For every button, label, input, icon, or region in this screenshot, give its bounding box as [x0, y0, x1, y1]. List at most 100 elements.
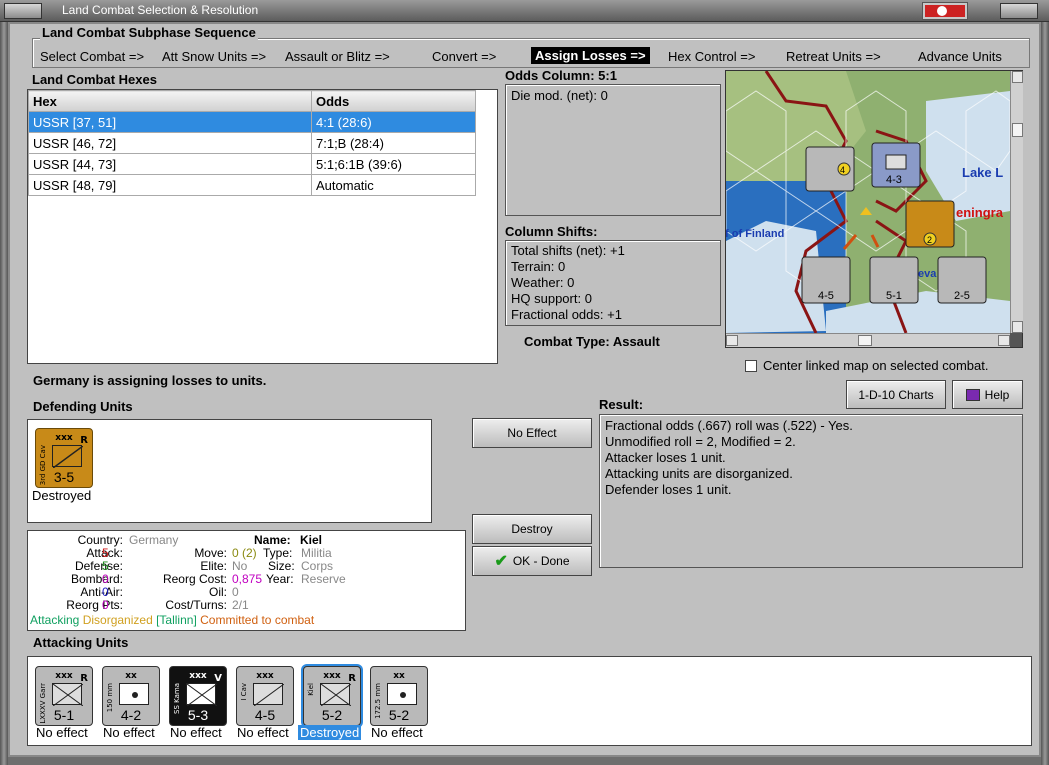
attacker-caption: No effect	[170, 725, 222, 740]
scroll-right-icon[interactable]	[998, 335, 1010, 346]
center-map-checkbox[interactable]	[745, 360, 757, 372]
svg-text:2: 2	[927, 235, 932, 245]
attacker-counter[interactable]: xx 150 mm 4-2	[102, 666, 160, 726]
size-value: Corps	[301, 559, 334, 573]
mini-map[interactable]: Lake L lf of Finland eningra eva 4 4-3 2…	[725, 70, 1023, 348]
title-bar: Land Combat Selection & Resolution	[0, 0, 1049, 22]
col-odds[interactable]: Odds	[311, 90, 476, 112]
help-button[interactable]: Help	[952, 380, 1023, 409]
step-select-combat: Select Combat =>	[40, 49, 145, 64]
hscroll-thumb[interactable]	[858, 335, 872, 346]
defending-panel: xxx R 3rd GD Cav 3-5 Destroyed	[27, 419, 432, 523]
defender-caption: Destroyed	[32, 488, 92, 503]
map-unit-1-num: 4-5	[818, 290, 834, 302]
charts-button[interactable]: 1-D-10 Charts	[846, 380, 946, 409]
attacker-size: xx	[125, 671, 137, 681]
garrison-icon	[52, 683, 84, 707]
cell-odds: 5:1;6:1B (39:6)	[311, 153, 476, 175]
flag-icon	[922, 2, 968, 20]
attacker-caption: No effect	[237, 725, 289, 740]
map-vscrollbar[interactable]	[1010, 71, 1023, 333]
attacker-counter[interactable]: xxx R LXXXV Garr 5-1	[35, 666, 93, 726]
reorg-cost-value: 0,875	[232, 572, 263, 586]
bombard-value: 0	[102, 572, 109, 586]
scroll-left-icon[interactable]	[726, 335, 738, 346]
attacker-strength: 4-2	[120, 707, 142, 723]
hexes-table-panel: Hex Odds USSR [37, 51] 4:1 (28:6) USSR [4…	[27, 89, 498, 364]
map-canvas[interactable]: Lake L lf of Finland eningra eva 4 4-3 2…	[726, 71, 1010, 333]
bombard-label: Bombard:	[70, 572, 123, 586]
antiair-value: 0	[102, 585, 109, 599]
cavalry-icon	[52, 445, 84, 469]
attacker-strength: 5-1	[53, 707, 75, 723]
attacker-counter[interactable]: xxx R Kiel 5-2	[303, 666, 361, 726]
table-row[interactable]: USSR [37, 51] 4:1 (28:6)	[28, 111, 476, 133]
help-label: Help	[984, 387, 1010, 402]
attacker-name: I Cav	[240, 683, 248, 701]
attacker-caption: No effect	[371, 725, 423, 740]
attacker-caption: No effect	[36, 725, 88, 740]
map-hscrollbar[interactable]	[726, 333, 1010, 347]
neva-label: eva	[918, 268, 937, 280]
infantry-icon	[186, 683, 218, 707]
name-value: Kiel	[300, 533, 323, 547]
step-hex-control: Hex Control =>	[668, 49, 756, 64]
shift-weather: Weather: 0	[511, 275, 575, 290]
window-menu-button[interactable]	[4, 3, 42, 19]
vscroll-thumb[interactable]	[1012, 123, 1023, 137]
combat-type: Combat Type: Assault	[524, 334, 660, 349]
result-line: Attacker loses 1 unit.	[605, 450, 726, 465]
destroy-button[interactable]: Destroy	[472, 514, 592, 544]
table-row[interactable]: USSR [46, 72] 7:1;B (28:4)	[28, 132, 476, 154]
attacking-title: Attacking Units	[33, 635, 129, 650]
cell-odds: 4:1 (28:6)	[311, 111, 476, 133]
col-hex[interactable]: Hex	[28, 90, 312, 112]
attacker-size: xx	[393, 671, 405, 681]
step-assign-losses: Assign Losses =>	[531, 47, 650, 64]
attacker-strength: 5-2	[321, 707, 343, 723]
shift-fractional: Fractional odds: +1	[511, 307, 622, 322]
odds-title: Odds Column: 5:1	[505, 68, 617, 83]
no-effect-button[interactable]: No Effect	[472, 418, 592, 448]
result-panel: Fractional odds (.667) roll was (.522) -…	[599, 414, 1023, 568]
size-label: Size:	[268, 559, 295, 573]
type-label: Type:	[263, 546, 293, 560]
scroll-down-icon[interactable]	[1012, 321, 1023, 333]
attacker-counter[interactable]: xxx V SS Kama 5-3	[169, 666, 227, 726]
ok-done-button[interactable]: ✔ OK - Done	[472, 546, 592, 576]
step-att-snow: Att Snow Units =>	[162, 49, 267, 64]
hexes-table: Hex Odds USSR [37, 51] 4:1 (28:6) USSR [4…	[28, 90, 476, 196]
attacking-panel: xxx R LXXXV Garr 5-1 No effect xx 150 mm…	[27, 656, 1032, 746]
table-row[interactable]: USSR [44, 73] 5:1;6:1B (39:6)	[28, 153, 476, 175]
name-label: Name:	[254, 533, 291, 547]
die-mod: Die mod. (net): 0	[511, 88, 608, 103]
status-attacking: Attacking	[30, 613, 80, 627]
defense-label: Defense:	[74, 559, 123, 573]
cavalry-icon	[253, 683, 285, 707]
status-committed: Committed to combat	[200, 613, 315, 627]
close-button[interactable]	[1000, 3, 1038, 19]
lake-label: Lake L	[962, 165, 1003, 180]
shift-hq: HQ support: 0	[511, 291, 592, 306]
table-row[interactable]: USSR [48, 79] Automatic	[28, 174, 476, 196]
window-title: Land Combat Selection & Resolution	[62, 3, 259, 17]
reorg-cost-label: Reorg Cost:	[162, 572, 227, 586]
map-unit-3-num: 2-5	[954, 290, 970, 302]
city-label: eningra	[956, 205, 1004, 220]
attacker-strength: 5-3	[187, 707, 209, 723]
odds-panel: Die mod. (net): 0	[505, 84, 721, 216]
step-advance: Advance Units	[918, 49, 1002, 64]
status-message: Germany is assigning losses to units.	[33, 373, 267, 388]
map-unit-2-num: 5-1	[886, 290, 902, 302]
country-label: Country:	[77, 533, 123, 547]
attacker-counter[interactable]: xx 172.5 mm 5-2	[370, 666, 428, 726]
scroll-up-icon[interactable]	[1012, 71, 1023, 83]
help-book-icon	[965, 388, 980, 401]
attacker-counter[interactable]: xxx I Cav 4-5	[236, 666, 294, 726]
attacker-strength: 4-5	[254, 707, 276, 723]
year-label: Year:	[266, 572, 294, 586]
ok-done-label: OK - Done	[512, 554, 570, 568]
defender-counter[interactable]: xxx R 3rd GD Cav 3-5	[35, 428, 93, 488]
reorg-pts-value: 0	[102, 598, 109, 612]
move-label: Move:	[194, 546, 227, 560]
